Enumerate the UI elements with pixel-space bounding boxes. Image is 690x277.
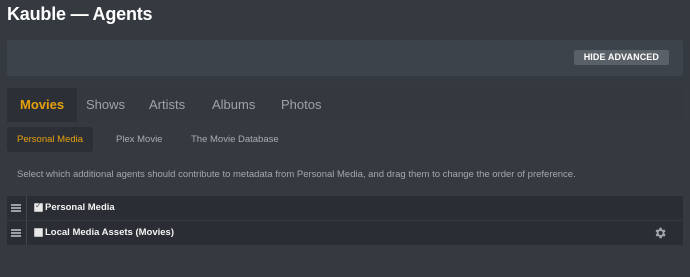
tab-shows[interactable]: Shows [86, 88, 125, 122]
tab-artists[interactable]: Artists [149, 88, 185, 122]
checkmark-icon: ✓ [35, 201, 42, 210]
library-type-tabs: Movies Shows Artists Albums Photos [7, 88, 683, 122]
agent-subtabs: Personal Media Plex Movie The Movie Data… [7, 127, 683, 153]
hide-advanced-button[interactable]: HIDE ADVANCED [573, 50, 669, 65]
agent-row[interactable]: ✓ Personal Media [7, 196, 683, 220]
drag-handle-icon[interactable] [7, 221, 27, 245]
tab-albums[interactable]: Albums [212, 88, 255, 122]
subtab-the-movie-database[interactable]: The Movie Database [191, 127, 279, 152]
checkbox-local-media-assets[interactable] [34, 228, 43, 237]
subtab-plex-movie[interactable]: Plex Movie [116, 127, 162, 152]
drag-handle-icon[interactable] [7, 196, 27, 220]
page-title: Kauble — Agents [7, 4, 153, 24]
tab-photos[interactable]: Photos [281, 88, 321, 122]
advanced-bar: HIDE ADVANCED [7, 40, 683, 76]
agents-description: Select which additional agents should co… [17, 169, 576, 180]
agent-row[interactable]: Local Media Assets (Movies) [7, 221, 683, 245]
subtab-personal-media[interactable]: Personal Media [7, 127, 94, 152]
agent-label: Local Media Assets (Movies) [45, 227, 174, 238]
agent-label: Personal Media [45, 202, 115, 213]
agent-list: ✓ Personal Media Local Media Assets (Mov… [7, 196, 683, 246]
gear-icon[interactable] [653, 226, 667, 240]
tab-movies[interactable]: Movies [7, 88, 78, 122]
checkbox-personal-media[interactable]: ✓ [34, 201, 43, 212]
